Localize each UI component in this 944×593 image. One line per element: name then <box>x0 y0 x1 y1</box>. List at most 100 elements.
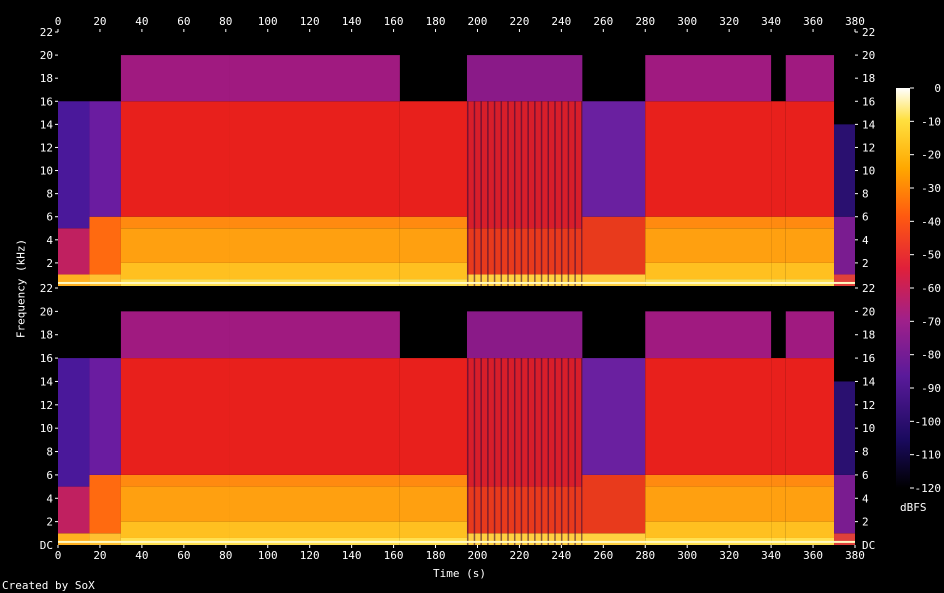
y-tick-label-right: 12 <box>862 399 875 412</box>
y-tick-label-right: 20 <box>862 49 875 62</box>
x-tick-label-bottom: 320 <box>719 549 739 562</box>
spectrogram-band <box>58 228 90 275</box>
spectrogram-band <box>466 101 583 229</box>
spectrogram-band <box>466 274 583 286</box>
spectrogram-band <box>58 486 90 534</box>
y-tick-label-right: 8 <box>862 446 869 459</box>
x-tick-label-bottom: 60 <box>177 549 190 562</box>
y-tick-label-right: 2 <box>862 257 869 270</box>
y-tick-label-right: 12 <box>862 141 875 154</box>
x-tick-label-top: 140 <box>342 15 362 28</box>
y-tick-label-dc-right: DC <box>862 539 875 552</box>
spectrogram-band <box>771 486 786 522</box>
y-tick-label-right: 22 <box>862 26 875 39</box>
colorbar-tick-label: -90 <box>921 382 941 395</box>
y-tick-label-right: 6 <box>862 469 869 482</box>
x-tick-label-top: 300 <box>677 15 697 28</box>
spectrogram-band <box>771 474 786 487</box>
spectrogram-band <box>229 262 400 280</box>
y-tick-label-right: 8 <box>862 188 869 201</box>
x-tick-label-top: 0 <box>55 15 62 28</box>
y-tick-label-right: 4 <box>862 492 869 505</box>
x-tick-label-bottom: 220 <box>509 549 529 562</box>
y-tick-label-left: 16 <box>40 95 53 108</box>
onset-stripe <box>493 101 496 286</box>
x-tick-label-bottom: 200 <box>468 549 488 562</box>
onset-stripe <box>534 358 536 545</box>
y-tick-label-right: 18 <box>862 72 875 85</box>
onset-stripe <box>554 101 556 286</box>
x-tick-label-top: 100 <box>258 15 278 28</box>
y-tick-label-left: 8 <box>46 188 53 201</box>
spectrogram-band <box>229 311 400 359</box>
y-tick-label-left: 4 <box>46 492 53 505</box>
x-tick-label-top: 280 <box>635 15 655 28</box>
spectrogram-band <box>645 521 772 538</box>
spectrogram-band <box>399 486 467 522</box>
x-tick-label-top: 60 <box>177 15 190 28</box>
onset-stripe <box>547 358 550 545</box>
x-tick-label-bottom: 340 <box>761 549 781 562</box>
spectrogram-band <box>229 55 400 102</box>
y-tick-label-left: 20 <box>40 305 53 318</box>
onset-stripe <box>513 101 516 286</box>
x-tick-label-top: 320 <box>719 15 739 28</box>
spectrogram-band <box>58 358 90 487</box>
spectrogram-band <box>466 533 583 545</box>
spectrogram-band <box>582 216 646 275</box>
x-tick-label-bottom: 280 <box>635 549 655 562</box>
spectrogram-band <box>645 311 772 359</box>
x-tick-label-bottom: 240 <box>551 549 571 562</box>
onset-stripe <box>567 358 570 545</box>
y-tick-label-dc-left: DC <box>40 539 53 552</box>
y-tick-label-left: 6 <box>46 469 53 482</box>
x-tick-label-top: 240 <box>551 15 571 28</box>
onset-stripe <box>480 358 482 545</box>
onset-stripe <box>487 358 489 545</box>
onset-stripe <box>574 358 576 545</box>
spectrogram-band <box>120 216 230 229</box>
y-tick-label-right: 2 <box>862 516 869 529</box>
x-tick-label-bottom: 300 <box>677 549 697 562</box>
x-tick-label-top: 120 <box>300 15 320 28</box>
y-tick-label-left: 22 <box>40 282 53 295</box>
spectrogram-band <box>466 311 583 359</box>
y-tick-label-left: 10 <box>40 422 53 435</box>
spectrogram-band <box>229 486 400 522</box>
channel-2-spectrogram <box>58 311 855 545</box>
y-tick-label-right: 10 <box>862 165 875 178</box>
spectrogram-band <box>645 55 772 102</box>
spectrogram-band <box>582 358 646 475</box>
onset-stripe <box>480 101 482 286</box>
colorbar-tick-label: -80 <box>921 349 941 362</box>
spectrogram-band <box>771 228 786 263</box>
spectrogram-band <box>645 228 772 263</box>
spectrogram-band <box>785 486 835 522</box>
spectrogram-band <box>399 101 467 217</box>
x-tick-label-bottom: 80 <box>219 549 232 562</box>
spectrogram-band <box>58 533 90 545</box>
spectrogram-band <box>785 55 835 102</box>
spectrogram-band <box>89 358 121 475</box>
spectrogram-band <box>785 101 835 217</box>
onset-stripe <box>466 101 469 286</box>
onset-stripe <box>554 358 556 545</box>
spectrogram-band <box>466 228 583 275</box>
spectrogram-band <box>771 216 786 229</box>
x-tick-label-bottom: 120 <box>300 549 320 562</box>
spectrogram-band <box>834 124 855 217</box>
y-tick-label-left: 2 <box>46 257 53 270</box>
x-axis-label: Time (s) <box>433 567 486 580</box>
x-tick-label-top: 40 <box>135 15 148 28</box>
spectrogram-band <box>466 358 583 487</box>
colorbar-unit-label: dBFS <box>900 501 927 514</box>
x-tick-label-top: 180 <box>426 15 446 28</box>
colorbar <box>896 88 910 488</box>
x-tick-label-top: 80 <box>219 15 232 28</box>
spectrogram-band <box>771 358 786 475</box>
colorbar-tick-label: -100 <box>915 415 942 428</box>
onset-stripe <box>466 358 469 545</box>
x-tick-label-top: 340 <box>761 15 781 28</box>
y-tick-label-right: 4 <box>862 234 869 247</box>
onset-stripe <box>547 101 550 286</box>
